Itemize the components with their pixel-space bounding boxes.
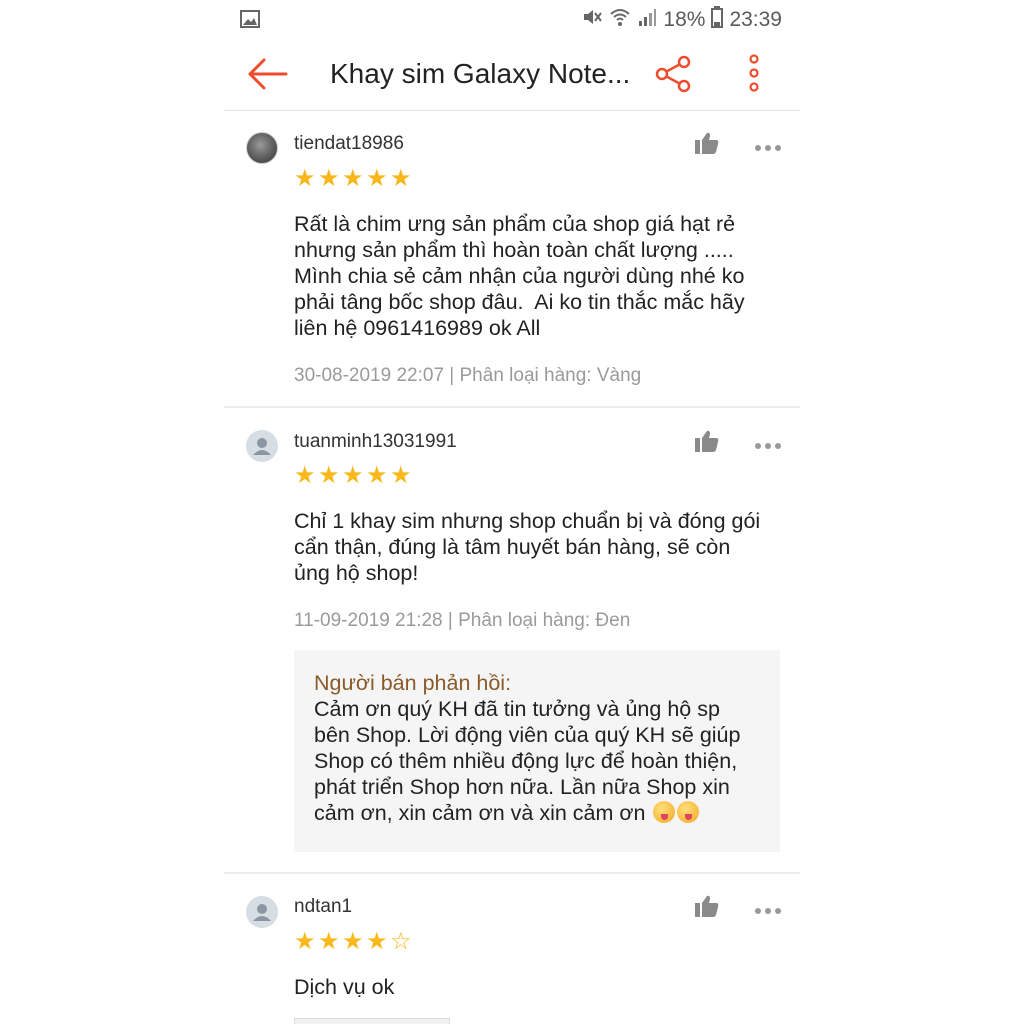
avatar[interactable]	[246, 896, 278, 928]
star-filled-icon: ★	[294, 462, 316, 489]
review-username: ndtan1	[294, 896, 353, 917]
back-arrow-icon[interactable]	[246, 54, 290, 94]
review-text: Dịch vụ ok	[294, 975, 395, 999]
seller-reply-label: Người bán phản hồi:	[314, 671, 512, 695]
star-filled-icon: ★	[366, 462, 388, 489]
rating-stars: ★ ★ ★ ★ ☆	[294, 930, 412, 954]
review-photo-thumbnail[interactable]	[294, 1018, 450, 1024]
star-filled-icon: ★	[294, 928, 316, 955]
seller-reply-text: Cảm ơn quý KH đã tin tưởng và ủng hộ sp …	[314, 696, 760, 826]
seller-reply-body: Cảm ơn quý KH đã tin tưởng và ủng hộ sp …	[314, 697, 741, 825]
star-filled-icon: ★	[294, 165, 316, 192]
tongue-wink-emoji-icon	[677, 801, 700, 823]
star-filled-icon: ★	[318, 928, 340, 955]
star-filled-icon: ★	[342, 928, 364, 955]
share-icon[interactable]	[654, 54, 694, 94]
avatar[interactable]	[246, 132, 278, 164]
app-bar: Khay sim Galaxy Note...	[224, 40, 800, 111]
tongue-wink-emoji-icon	[653, 801, 676, 823]
star-filled-icon: ★	[366, 928, 388, 955]
review-meta: 30-08-2019 22:07 | Phân loại hàng: Vàng	[294, 365, 642, 386]
review-username: tuanminh13031991	[294, 431, 457, 452]
star-filled-icon: ★	[390, 462, 412, 489]
rating-stars: ★ ★ ★ ★ ★	[294, 464, 412, 488]
star-empty-icon: ☆	[390, 928, 412, 955]
status-bar: 18% 23:39	[224, 0, 800, 40]
mute-icon	[581, 7, 603, 33]
avatar[interactable]	[246, 430, 278, 462]
star-filled-icon: ★	[342, 462, 364, 489]
review-text: Rất là chim ưng sản phẩm của shop giá hạ…	[294, 212, 745, 340]
divider	[224, 406, 800, 408]
signal-icon	[637, 7, 657, 33]
clock: 23:39	[729, 8, 782, 31]
battery-percent: 18%	[663, 8, 706, 31]
star-filled-icon: ★	[390, 165, 412, 192]
wifi-icon	[609, 7, 631, 33]
review-more-icon[interactable]	[754, 437, 782, 449]
thumbs-up-icon[interactable]	[694, 429, 720, 453]
star-filled-icon: ★	[342, 165, 364, 192]
thumbs-up-icon[interactable]	[694, 894, 720, 918]
divider	[224, 872, 800, 874]
phone-screen: 18% 23:39 Khay sim Galaxy Note... tienda…	[224, 0, 800, 1024]
battery-icon	[711, 6, 724, 34]
rating-stars: ★ ★ ★ ★ ★	[294, 167, 412, 191]
image-notification-icon	[240, 10, 260, 33]
page-title: Khay sim Galaxy Note...	[330, 58, 631, 89]
review-meta: 11-09-2019 21:28 | Phân loại hàng: Đen	[294, 610, 631, 631]
review-username: tiendat18986	[294, 133, 404, 154]
review-more-icon[interactable]	[754, 139, 782, 151]
review-text: Chỉ 1 khay sim nhưng shop chuẩn bị và đó…	[294, 509, 761, 585]
star-filled-icon: ★	[366, 165, 388, 192]
more-options-icon[interactable]	[742, 52, 766, 94]
seller-reply: Người bán phản hồi: Cảm ơn quý KH đã tin…	[294, 650, 780, 852]
star-filled-icon: ★	[318, 462, 340, 489]
review-more-icon[interactable]	[754, 902, 782, 914]
thumbs-up-icon[interactable]	[694, 131, 720, 155]
star-filled-icon: ★	[318, 165, 340, 192]
